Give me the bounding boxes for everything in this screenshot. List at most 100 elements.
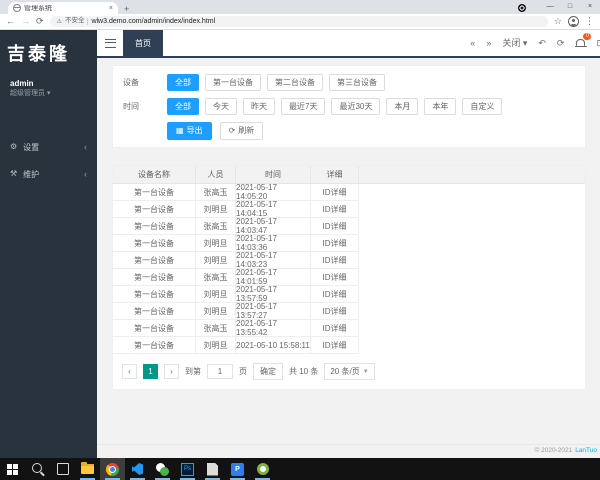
current-page-button[interactable]: 1 xyxy=(143,364,158,379)
device-name-cell: 第一台设备 xyxy=(113,252,196,269)
filter-option-button[interactable]: 本月 xyxy=(386,98,419,115)
browser-menu-icon[interactable]: ⋮ xyxy=(585,17,594,26)
filter-option-button[interactable]: 最近30天 xyxy=(331,98,381,115)
prev-page-button[interactable]: ‹ xyxy=(122,364,137,379)
scroll-right-icon[interactable]: » xyxy=(486,38,491,48)
new-tab-button[interactable]: + xyxy=(124,4,129,14)
export-button[interactable]: ▦ 导出 xyxy=(167,122,212,140)
tab-close-icon[interactable]: × xyxy=(109,5,113,12)
detail-link[interactable]: ID详细 xyxy=(311,303,359,320)
chrome-icon[interactable] xyxy=(100,458,125,480)
filter-option-button[interactable]: 第二台设备 xyxy=(267,74,323,91)
refresh-button[interactable]: ⟳ 刷新 xyxy=(219,122,264,140)
sidebar-menu-item[interactable]: ⚙ 设置 ‹ xyxy=(0,134,97,161)
screen: 管理系统 × + — □ × ← → ⟳ ⚠ 不安全 wlw3.demo.com… xyxy=(0,0,600,480)
filter-option-button[interactable]: 最近7天 xyxy=(281,98,326,115)
maximize-button[interactable]: □ xyxy=(560,0,580,12)
photoshop-icon[interactable]: Ps xyxy=(175,458,200,480)
minimize-button[interactable]: — xyxy=(540,0,560,12)
address-bar[interactable]: ⚠ 不安全 wlw3.demo.com/admin/index/index.ht… xyxy=(49,16,548,27)
refresh-page-icon[interactable]: ⟳ xyxy=(557,38,565,48)
profile-avatar-icon[interactable] xyxy=(568,16,579,27)
sidebar-menu-item[interactable]: ⚒ 维护 ‹ xyxy=(0,161,97,188)
close-tabs-dropdown[interactable]: 关闭 ▾ xyxy=(502,38,527,48)
filter-option-button[interactable]: 本年 xyxy=(424,98,457,115)
app-header: 首页 « » 关闭 ▾ ↶ ⟳ 0 ⊡ xyxy=(97,30,600,58)
taskbar-glyph xyxy=(106,462,119,476)
taskbar-glyph xyxy=(156,462,169,476)
app-footer: © 2020-2021 LanTuo xyxy=(97,444,600,458)
bookmark-star-icon[interactable]: ☆ xyxy=(554,17,562,26)
back-icon[interactable]: ← xyxy=(6,17,15,26)
green-app-icon[interactable] xyxy=(250,458,275,480)
filter-option-button[interactable]: 第一台设备 xyxy=(205,74,261,91)
tab-home[interactable]: 首页 xyxy=(123,30,163,56)
brand-link[interactable]: LanTuo xyxy=(575,448,597,455)
taskbar-glyph xyxy=(207,462,218,476)
close-window-button[interactable]: × xyxy=(580,0,600,12)
detail-link[interactable]: ID详细 xyxy=(311,337,359,354)
gear-icon: ⚙ xyxy=(10,142,18,152)
time-cell: 2021-05-17 14:03:47 xyxy=(236,217,311,235)
table-row: 第一台设备 刘明旦 2021-05-17 14:03:36 ID详细 xyxy=(113,234,360,252)
search-icon[interactable] xyxy=(25,458,50,480)
goto-page-input[interactable] xyxy=(207,364,233,379)
filter-option-button[interactable]: 今天 xyxy=(205,98,237,115)
bell-shape xyxy=(574,39,587,47)
total-count-label: 共 10 条 xyxy=(289,367,319,376)
forward-icon[interactable]: → xyxy=(21,17,30,26)
person-cell: 张高玉 xyxy=(196,184,236,201)
table-row: 第一台设备 张高玉 2021-05-17 13:55:42 ID详细 xyxy=(113,319,360,337)
file-explorer-icon[interactable] xyxy=(75,458,100,480)
filter-option-button[interactable]: 昨天 xyxy=(243,98,275,115)
filter-option-button[interactable]: 自定义 xyxy=(462,98,503,115)
device-options: 全部 第一台设备 第二台设备 第三台设备 xyxy=(167,74,385,91)
device-name-cell: 第一台设备 xyxy=(113,218,196,235)
scroll-left-icon[interactable]: « xyxy=(470,38,475,48)
detail-link[interactable]: ID详细 xyxy=(311,218,359,235)
reload-icon[interactable]: ⟳ xyxy=(36,17,44,26)
detail-link[interactable]: ID详细 xyxy=(311,184,359,201)
person-cell: 张高玉 xyxy=(196,269,236,286)
device-name-cell: 第一台设备 xyxy=(113,201,196,218)
taskbar-glyph: Ps xyxy=(181,462,194,476)
person-cell: 刘明旦 xyxy=(196,303,236,320)
filter-option-button[interactable]: 全部 xyxy=(167,98,199,115)
filter-option-button[interactable]: 全部 xyxy=(167,74,199,91)
detail-link[interactable]: ID详细 xyxy=(311,235,359,252)
goto-label: 到第 xyxy=(185,367,201,376)
next-page-button[interactable]: › xyxy=(164,364,179,379)
filter-option-button[interactable]: 第三台设备 xyxy=(329,74,385,91)
refresh-label: 刷新 xyxy=(238,126,255,135)
detail-link[interactable]: ID详细 xyxy=(311,320,359,337)
undo-icon[interactable]: ↶ xyxy=(538,38,546,48)
goto-confirm-button[interactable]: 确定 xyxy=(253,363,283,380)
browser-tab-title: 管理系统 xyxy=(24,4,52,12)
task-view-icon[interactable] xyxy=(50,458,75,480)
page-size-select[interactable]: 20 条/页 ▼ xyxy=(324,363,375,380)
hamburger-icon xyxy=(104,38,116,48)
vscode-icon[interactable] xyxy=(125,458,150,480)
globe-favicon-icon xyxy=(13,4,21,12)
filter-actions-row: ▦ 导出 ⟳ 刷新 xyxy=(123,122,575,140)
start-icon[interactable] xyxy=(0,458,25,480)
record-icon[interactable] xyxy=(518,4,526,12)
browser-tab-strip: 管理系统 × + — □ × xyxy=(0,0,600,14)
role-dropdown[interactable]: 超级管理员 ▾ xyxy=(10,89,97,100)
browser-tab[interactable]: 管理系统 × xyxy=(8,2,118,14)
chat-app-icon[interactable] xyxy=(150,458,175,480)
detail-link[interactable]: ID详细 xyxy=(311,201,359,218)
table-row: 第一台设备 张高玉 2021-05-17 14:01:59 ID详细 xyxy=(113,268,360,286)
time-cell: 2021-05-17 13:57:27 xyxy=(236,302,311,320)
detail-link[interactable]: ID详细 xyxy=(311,269,359,286)
header-filler xyxy=(359,166,585,183)
sidebar-toggle-button[interactable] xyxy=(97,30,123,56)
p-app-icon[interactable]: P xyxy=(225,458,250,480)
time-filter-row: 时间 全部 今天 昨天 最近7天 最近30天 本月 本年 自定义 xyxy=(123,98,575,115)
fullscreen-icon[interactable]: ⊡ xyxy=(596,38,600,49)
notes-icon[interactable] xyxy=(200,458,225,480)
detail-link[interactable]: ID详细 xyxy=(311,252,359,269)
notification-bell-icon[interactable]: 0 xyxy=(574,33,592,48)
sidebar-menu: ⚙ 设置 ‹ ⚒ 维护 ‹ xyxy=(0,134,97,188)
detail-link[interactable]: ID详细 xyxy=(311,286,359,303)
